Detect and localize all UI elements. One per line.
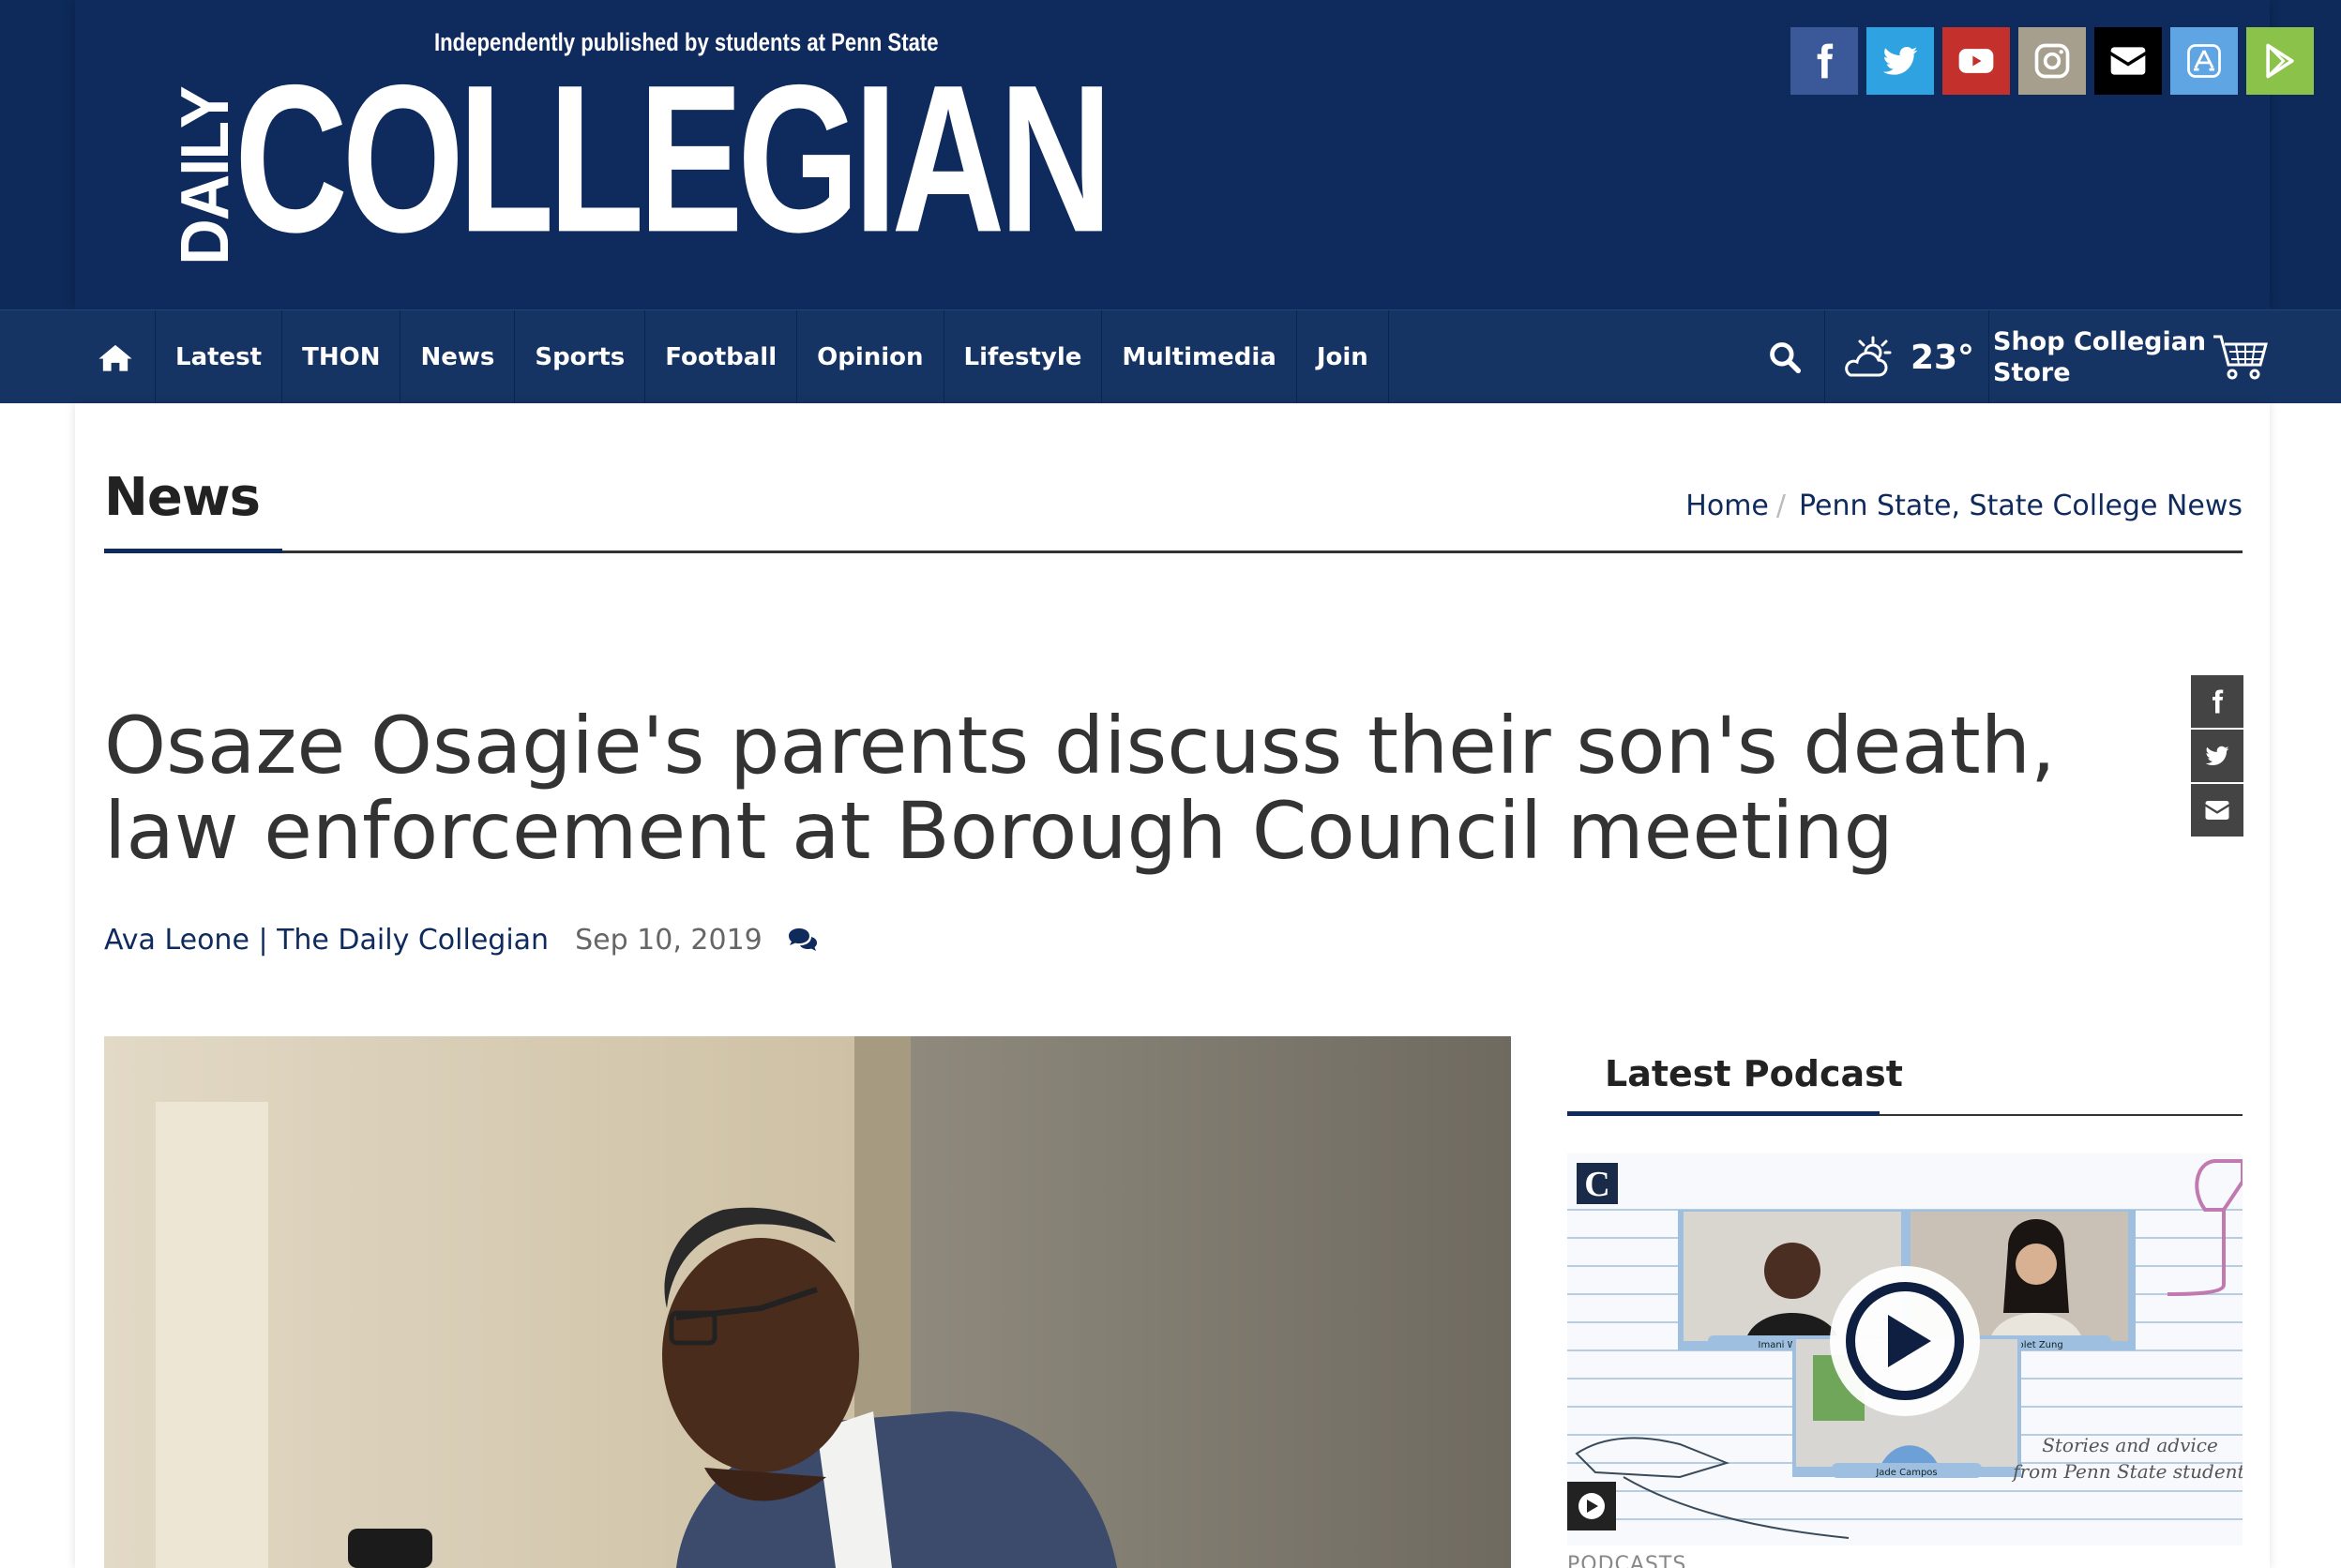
- nav-item-multimedia[interactable]: Multimedia: [1102, 310, 1297, 404]
- breadcrumb-current[interactable]: Penn State, State College News: [1799, 490, 2243, 522]
- partly-cloudy-icon: [1845, 336, 1892, 377]
- youtube-icon: [1958, 49, 1994, 73]
- comments-icon: [788, 927, 817, 951]
- home-icon: [98, 344, 132, 371]
- shop-collegian-store-link[interactable]: Shop Collegian Store: [1989, 310, 2270, 404]
- twitter-icon: [2205, 746, 2229, 766]
- share-facebook-button[interactable]: [2191, 675, 2243, 728]
- nav-item-football[interactable]: Football: [645, 310, 798, 404]
- nav-item-join[interactable]: Join: [1297, 310, 1389, 404]
- shop-label-line1: Shop Collegian: [1993, 327, 2207, 356]
- logo-daily[interactable]: DAILY: [168, 87, 243, 264]
- latest-podcast-title: Latest Podcast: [1605, 1053, 1903, 1094]
- latest-podcast-header: Latest Podcast: [1567, 1036, 2243, 1116]
- section-title-underline: [104, 549, 282, 553]
- podcast-thumbnail[interactable]: C Imani Williams Violet Zung Jade Campos: [1567, 1153, 2243, 1545]
- participant-3-label: Jade Campos: [1875, 1468, 1937, 1478]
- publish-date: Sep 10, 2019: [575, 924, 763, 957]
- article-headline: Osaze Osagie's parents discuss their son…: [104, 700, 2056, 877]
- nav-item-latest[interactable]: Latest: [156, 310, 283, 404]
- share-twitter-button[interactable]: [2191, 730, 2243, 782]
- facebook-link[interactable]: [1790, 27, 1858, 95]
- section-title: News: [104, 467, 261, 528]
- podcast-tagline-2: from Penn State students: [2011, 1460, 2243, 1483]
- facebook-icon: [1817, 43, 1834, 79]
- author-link[interactable]: Ava Leone | The Daily Collegian: [104, 924, 549, 957]
- article-byline: Ava Leone | The Daily Collegian Sep 10, …: [104, 924, 819, 957]
- podcasts-label[interactable]: PODCASTS: [1567, 1553, 1686, 1568]
- section-header: News Home / Penn State, State College Ne…: [104, 439, 2243, 553]
- latest-podcast-underline: [1567, 1111, 1880, 1116]
- app-store-icon: [2187, 44, 2221, 78]
- nav-item-thon[interactable]: THON: [282, 310, 401, 404]
- instagram-link[interactable]: [2018, 27, 2086, 95]
- search-button[interactable]: [1744, 310, 1825, 404]
- social-links: [1790, 27, 2314, 95]
- logo-collegian[interactable]: COLLEGIAN: [234, 54, 1112, 264]
- nav-item-opinion[interactable]: Opinion: [797, 310, 944, 404]
- weather-temp: 23°: [1910, 338, 1975, 377]
- podcast-tagline-1: Stories and advice: [2042, 1434, 2218, 1456]
- masthead: Independently published by students at P…: [0, 0, 2341, 309]
- photo-speaker-image: [104, 1036, 1511, 1568]
- google-play-icon: [2266, 43, 2294, 79]
- shop-label: Shop Collegian Store: [1993, 326, 2206, 388]
- main-content: News Home / Penn State, State College Ne…: [75, 403, 2270, 1568]
- facebook-icon: [2213, 689, 2224, 714]
- breadcrumb-home[interactable]: Home: [1685, 490, 1769, 522]
- podcast-artwork: C Imani Williams Violet Zung Jade Campos: [1567, 1153, 2243, 1545]
- search-icon: [1769, 342, 1801, 374]
- email-icon: [2205, 801, 2229, 820]
- podcast-logo: C: [1584, 1165, 1609, 1204]
- breadcrumb: Home / Penn State, State College News: [1685, 490, 2243, 522]
- shop-label-line2: Store: [1993, 358, 2071, 387]
- twitter-icon: [1882, 46, 1918, 75]
- app-store-link[interactable]: [2170, 27, 2238, 95]
- email-icon: [2110, 47, 2146, 75]
- cart-icon: [2213, 335, 2268, 380]
- logo-daily-text: DAILY: [168, 87, 243, 265]
- nav-items: Latest THON News Sports Football Opinion…: [156, 310, 1389, 404]
- twitter-link[interactable]: [1866, 27, 1934, 95]
- nav-item-news[interactable]: News: [400, 310, 516, 404]
- youtube-link[interactable]: [1942, 27, 2010, 95]
- home-button[interactable]: [75, 310, 156, 404]
- instagram-icon: [2034, 43, 2070, 79]
- email-link[interactable]: [2094, 27, 2162, 95]
- comments-link[interactable]: [787, 927, 819, 955]
- main-nav-inner: Latest THON News Sports Football Opinion…: [75, 310, 2270, 404]
- article-photo[interactable]: [104, 1036, 1511, 1568]
- main-nav: Latest THON News Sports Football Opinion…: [0, 309, 2341, 404]
- google-play-link[interactable]: [2246, 27, 2314, 95]
- nav-item-lifestyle[interactable]: Lifestyle: [944, 310, 1103, 404]
- breadcrumb-separator: /: [1775, 490, 1786, 522]
- masthead-inner: Independently published by students at P…: [75, 0, 2314, 309]
- share-buttons: [2191, 675, 2243, 837]
- share-email-button[interactable]: [2191, 784, 2243, 837]
- weather-widget[interactable]: 23°: [1825, 310, 1989, 404]
- nav-item-sports[interactable]: Sports: [515, 310, 646, 404]
